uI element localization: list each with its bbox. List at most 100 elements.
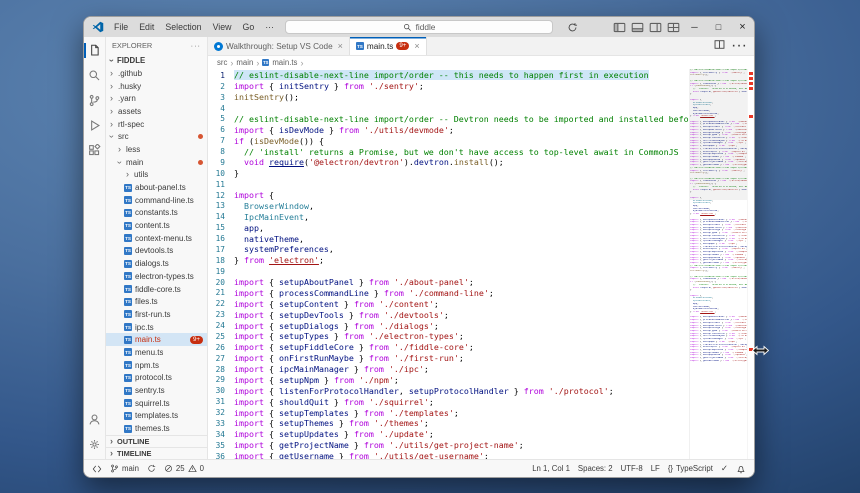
tree-item-themes.ts[interactable]: TSthemes.ts (106, 422, 207, 435)
formatter-check-icon[interactable]: ✓ (721, 463, 728, 474)
overview-ruler[interactable] (747, 69, 754, 459)
tree-item-fiddle-core.ts[interactable]: TSfiddle-core.ts (106, 283, 207, 296)
code-line-8[interactable]: 8 // 'install' returns a Promise, but we… (208, 146, 689, 157)
tree-item-.husky[interactable]: ›.husky (106, 80, 207, 93)
tree-item-main.ts[interactable]: TSmain.ts9+ (106, 333, 207, 346)
code-line-25[interactable]: 25import { setupTypes } from './electron… (208, 331, 689, 342)
tree-item-electron-types.ts[interactable]: TSelectron-types.ts (106, 270, 207, 283)
menu-file[interactable]: File (109, 20, 133, 34)
code-line-29[interactable]: 29import { setupNpm } from './npm'; (208, 375, 689, 386)
code-line-5[interactable]: 5// eslint-disable-next-line import/orde… (208, 114, 689, 125)
notifications-bell-icon[interactable] (736, 464, 746, 474)
code-line-3[interactable]: 3initSentry(); (208, 92, 689, 103)
code-line-2[interactable]: 2import { initSentry } from './sentry'; (208, 81, 689, 92)
sync-changes-icon[interactable] (147, 464, 156, 473)
code-line-16[interactable]: 16 nativeTheme, (208, 233, 689, 244)
code-line-34[interactable]: 34import { setupUpdates } from './update… (208, 429, 689, 440)
minimap[interactable]: // eslint-disable-next-line import/order… (689, 69, 747, 459)
eol-sequence[interactable]: LF (651, 464, 660, 473)
tree-item-src[interactable]: ›src (106, 130, 207, 143)
tree-item-ipc.ts[interactable]: TSipc.ts (106, 321, 207, 334)
code-line-20[interactable]: 20import { setupAboutPanel } from './abo… (208, 277, 689, 288)
code-editor[interactable]: 1// eslint-disable-next-line import/orde… (208, 69, 754, 459)
tree-item-npm.ts[interactable]: TSnpm.ts (106, 359, 207, 372)
breadcrumb-main-ts[interactable]: main.ts (272, 58, 297, 67)
customize-layout-icon[interactable] (665, 19, 682, 35)
breadcrumb-main[interactable]: main (236, 58, 253, 67)
tree-item-less[interactable]: ›less (106, 143, 207, 156)
extensions-icon[interactable] (84, 138, 106, 163)
remote-indicator[interactable] (92, 464, 102, 474)
timeline-section[interactable]: › TIMELINE (106, 447, 207, 459)
code-line-36[interactable]: 36import { getUsername } from './utils/g… (208, 451, 689, 459)
tree-item-context-menu.ts[interactable]: TScontext-menu.ts (106, 232, 207, 245)
source-control-icon[interactable] (84, 88, 106, 113)
tree-root-fiddle[interactable]: › FIDDLE (106, 54, 207, 67)
tree-item-content.ts[interactable]: TScontent.ts (106, 219, 207, 232)
split-editor-icon[interactable] (714, 37, 725, 55)
tree-item-about-panel.ts[interactable]: TSabout-panel.ts (106, 181, 207, 194)
run-debug-icon[interactable] (84, 113, 106, 138)
menu-more[interactable]: ··· (260, 20, 279, 34)
close-button[interactable]: × (731, 17, 754, 37)
code-line-27[interactable]: 27import { onFirstRunMaybe } from './fir… (208, 353, 689, 364)
tree-item-constants.ts[interactable]: TSconstants.ts (106, 207, 207, 220)
menu-view[interactable]: View (208, 20, 237, 34)
code-line-31[interactable]: 31import { shouldQuit } from './squirrel… (208, 396, 689, 407)
outline-section[interactable]: › OUTLINE (106, 435, 207, 447)
code-line-7[interactable]: 7if (isDevMode()) { (208, 135, 689, 146)
command-center-search[interactable]: fiddle (285, 20, 553, 34)
code-line-26[interactable]: 26import { setupFiddleCore } from './fid… (208, 342, 689, 353)
code-line-21[interactable]: 21import { processCommandLine } from './… (208, 288, 689, 299)
settings-gear-icon[interactable] (84, 432, 106, 457)
code-line-28[interactable]: 28import { ipcMainManager } from './ipc'… (208, 364, 689, 375)
tab-main-ts[interactable]: TS main.ts 9+ × (350, 37, 427, 55)
tree-item-.yarn[interactable]: ›.yarn (106, 92, 207, 105)
tree-item-assets[interactable]: ›assets (106, 105, 207, 118)
search-activity-icon[interactable] (84, 63, 106, 88)
maximize-button[interactable]: □ (707, 17, 730, 37)
menu-selection[interactable]: Selection (160, 20, 206, 34)
code-line-10[interactable]: 10} (208, 168, 689, 179)
code-line-15[interactable]: 15 app, (208, 222, 689, 233)
indentation[interactable]: Spaces: 2 (578, 464, 613, 473)
code-line-30[interactable]: 30import { listenForProtocolHandler, set… (208, 385, 689, 396)
code-line-9[interactable]: 9 void require('@electron/devtron').devt… (208, 157, 689, 168)
encoding[interactable]: UTF-8 (621, 464, 643, 473)
account-icon[interactable] (84, 407, 106, 432)
problems-status[interactable]: 25 0 (164, 464, 204, 473)
language-mode[interactable]: {} TypeScript (668, 464, 713, 473)
code-line-12[interactable]: 12import { (208, 190, 689, 201)
tree-item-devtools.ts[interactable]: TSdevtools.ts (106, 245, 207, 258)
code-line-33[interactable]: 33import { setupThemes } from './themes'… (208, 418, 689, 429)
close-tab-icon[interactable]: × (414, 41, 419, 51)
sync-icon[interactable] (566, 21, 579, 34)
code-line-23[interactable]: 23import { setupDevTools } from './devto… (208, 309, 689, 320)
cursor-position[interactable]: Ln 1, Col 1 (532, 464, 570, 473)
breadcrumb-src[interactable]: src (217, 58, 227, 67)
code-line-17[interactable]: 17 systemPreferences, (208, 244, 689, 255)
code-line-32[interactable]: 32import { setupTemplates } from './temp… (208, 407, 689, 418)
explorer-icon[interactable] (84, 38, 106, 63)
tree-item-dialogs.ts[interactable]: TSdialogs.ts (106, 257, 207, 270)
tree-item-templates.ts[interactable]: TStemplates.ts (106, 410, 207, 423)
code-line-19[interactable]: 19 (208, 266, 689, 277)
toggle-secondary-sidebar-icon[interactable] (647, 19, 664, 35)
minimize-button[interactable]: ─ (683, 17, 706, 37)
tree-item-sentry.ts[interactable]: TSsentry.ts (106, 384, 207, 397)
tab-walkthrough[interactable]: Walkthrough: Setup VS Code × (208, 37, 350, 55)
tree-item-menu.ts[interactable]: TSmenu.ts (106, 346, 207, 359)
code-line-24[interactable]: 24import { setupDialogs } from './dialog… (208, 320, 689, 331)
tree-item-.github[interactable]: ›.github (106, 67, 207, 80)
menu-edit[interactable]: Edit (134, 20, 159, 34)
menu-go[interactable]: Go (237, 20, 259, 34)
code-line-18[interactable]: 18} from 'electron'; (208, 255, 689, 266)
editor-more-actions-icon[interactable]: ··· (731, 37, 747, 55)
code-line-35[interactable]: 35import { getProjectName } from './util… (208, 440, 689, 451)
git-branch-status[interactable]: main (110, 464, 139, 473)
tree-item-files.ts[interactable]: TSfiles.ts (106, 295, 207, 308)
close-tab-icon[interactable]: × (338, 41, 343, 51)
code-lines[interactable]: 1// eslint-disable-next-line import/orde… (208, 69, 689, 459)
explorer-more-actions-icon[interactable]: ··· (191, 41, 201, 50)
code-line-6[interactable]: 6import { isDevMode } from './utils/devm… (208, 124, 689, 135)
